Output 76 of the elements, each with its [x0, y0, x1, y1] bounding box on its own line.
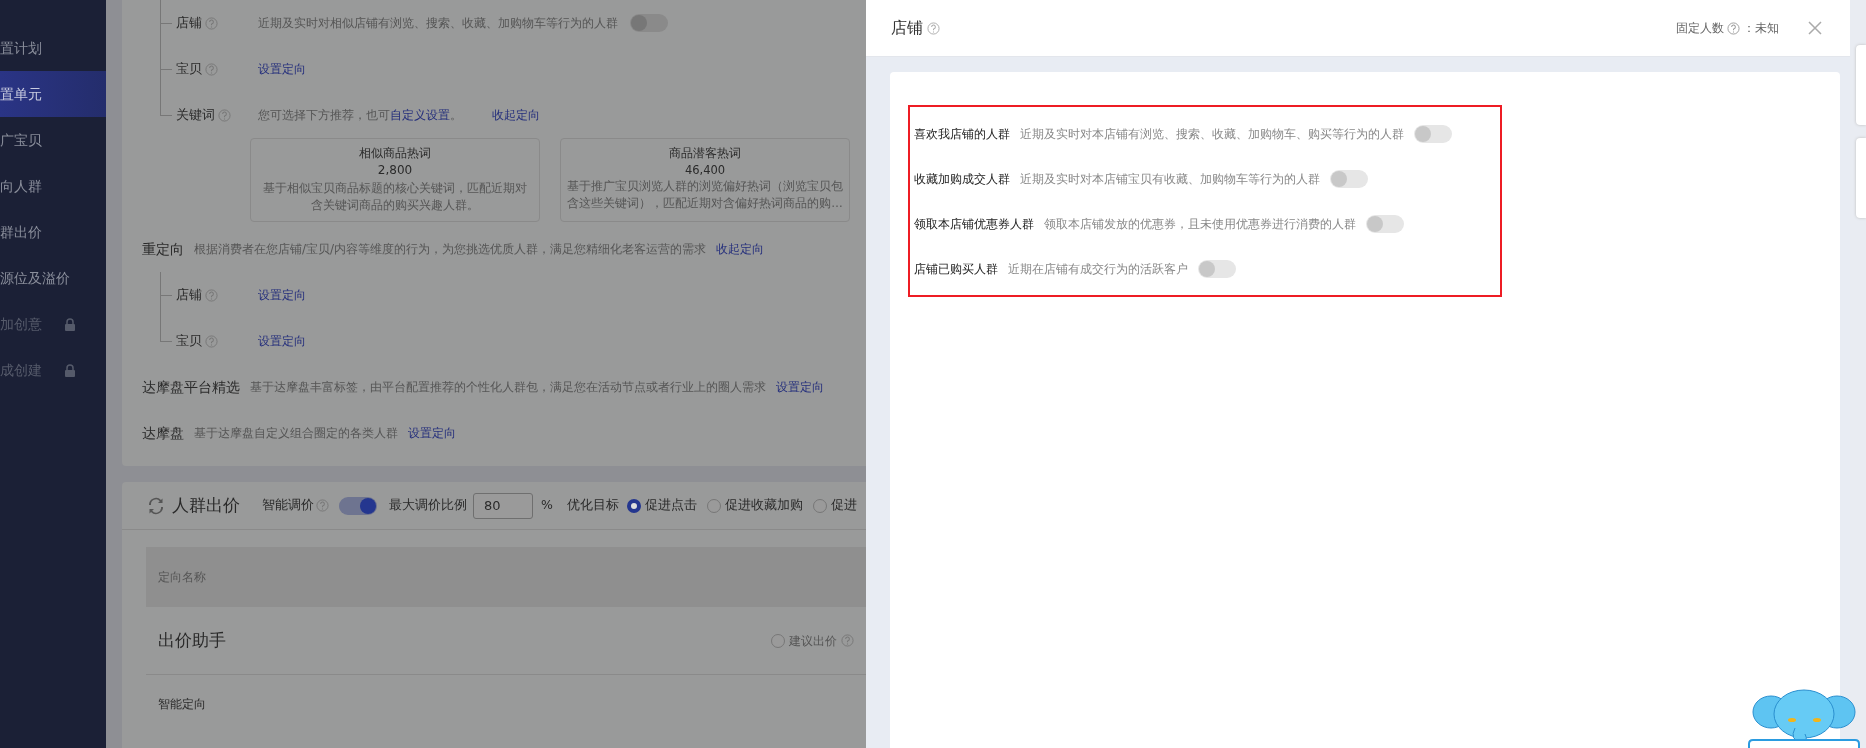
section-title: 达摩盘平台精选	[142, 377, 240, 397]
unit-label: %	[541, 496, 553, 515]
sidebar-item[interactable]: 群出价	[0, 209, 106, 255]
card-title: 商品潜客热词	[668, 145, 742, 162]
sidebar-item[interactable]: 向人群	[0, 163, 106, 209]
field-label: 智能调价	[262, 496, 314, 515]
description-text: 近期及实时对相似店铺有浏览、搜索、收藏、加购物车等行为的人群	[258, 15, 618, 32]
row-label: 店铺	[176, 286, 202, 305]
row-label: 宝贝	[176, 60, 202, 79]
help-icon	[1727, 21, 1740, 35]
radio-option[interactable]: 建议出价	[771, 631, 837, 650]
radio-option[interactable]: 促进	[812, 496, 857, 515]
set-targeting-link[interactable]: 设置定向	[408, 424, 456, 442]
lock-icon	[64, 317, 76, 331]
toggle-switch[interactable]	[1414, 124, 1452, 143]
help-icon	[927, 21, 940, 35]
card-description: 基于推广宝贝浏览人群的浏览偏好热词（浏览宝贝包含这些关键词），匹配近期对含偏好热词商品的购…	[566, 178, 844, 212]
row-title: 出价助手	[158, 628, 226, 652]
section-title: 达摩盘	[142, 423, 184, 443]
row-label: 宝贝	[176, 332, 202, 351]
set-targeting-link[interactable]: 设置定向	[258, 60, 306, 78]
toggle-switch[interactable]	[339, 496, 377, 515]
row-label: 智能定向	[158, 696, 207, 713]
set-targeting-link[interactable]: 设置定向	[258, 332, 306, 350]
option-description: 近期在店铺有成交行为的活跃客户	[1008, 260, 1188, 278]
custom-settings-link[interactable]: 自定义设置	[390, 108, 450, 122]
option-description: 近期及实时对本店铺宝贝有收藏、加购物车等行为的人群	[1020, 170, 1320, 188]
sidebar-item[interactable]: 置计划	[0, 25, 106, 71]
collapse-link[interactable]: 收起定向	[716, 240, 765, 258]
card-description: 基于相似宝贝商品标题的核心关键词，匹配近期对含关键词商品的购买兴趣人群。	[262, 179, 528, 215]
sidebar-item[interactable]: 置单元	[0, 71, 106, 117]
keyword-count: 46,400	[683, 161, 727, 179]
toggle-switch[interactable]	[1366, 214, 1404, 233]
field-value: ：未知	[1743, 20, 1779, 37]
field-label: 优化目标	[566, 496, 619, 515]
option-description: 近期及实时对本店铺有浏览、搜索、收藏、加购物车、购买等行为的人群	[1020, 125, 1404, 143]
help-icon	[205, 334, 218, 348]
section-title: 人群出价	[172, 493, 240, 517]
toggle-switch[interactable]	[1330, 169, 1368, 188]
sidebar-item[interactable]: 源位及溢价	[0, 255, 106, 301]
option-label: 领取本店铺优惠券人群	[914, 215, 1034, 233]
radio-option[interactable]: 促进点击	[626, 496, 697, 515]
keyword-card[interactable]: 商品潜客热词 46,400 基于推广宝贝浏览人群的浏览偏好热词（浏览宝贝包含这些关键词），匹配近期对含偏好热词商品的购…	[560, 138, 850, 222]
help-icon	[205, 288, 218, 302]
radio-option[interactable]: 促进收藏加购	[706, 496, 803, 515]
hint-text: 您可选择下方推荐，也可自定义设置。	[258, 107, 462, 124]
row-label: 关键词	[176, 106, 215, 125]
help-icon	[316, 499, 329, 512]
keyword-count: 2,800	[376, 162, 414, 180]
field-label: 最大调价比例	[389, 496, 467, 515]
sidebar-item[interactable]: 广宝贝	[0, 117, 106, 163]
keyword-card[interactable]: 相似商品热词 2,800 基于相似宝贝商品标题的核心关键词，匹配近期对含关键词商品的购买兴趣人群。	[250, 138, 540, 222]
ratio-input[interactable]: 80	[473, 492, 533, 519]
row-label: 店铺	[176, 14, 202, 33]
help-icon	[205, 16, 218, 30]
help-icon	[841, 634, 854, 647]
collapse-link[interactable]: 收起定向	[492, 106, 540, 124]
lock-icon	[64, 363, 76, 377]
field-label: 固定人数	[1676, 20, 1724, 37]
set-targeting-link[interactable]: 设置定向	[776, 378, 824, 396]
option-label: 店铺已购买人群	[914, 260, 998, 278]
toggle-switch[interactable]	[1198, 259, 1236, 278]
help-icon	[205, 62, 218, 76]
section-title: 重定向	[142, 239, 184, 259]
card-title: 相似商品热词	[358, 145, 432, 162]
drawer-title: 店铺	[891, 17, 923, 39]
help-icon	[218, 108, 231, 122]
section-description: 根据消费者在您店铺/宝贝/内容等维度的行为，为您挑选优质人群，满足您精细化老客运营的需求	[194, 241, 707, 258]
section-description: 基于达摩盘自定义组合圈定的各类人群	[194, 425, 398, 442]
option-label: 收藏加购成交人群	[914, 170, 1010, 188]
set-targeting-link[interactable]: 设置定向	[258, 286, 306, 304]
toggle-switch[interactable]	[630, 14, 668, 32]
cycle-arrows-icon	[146, 495, 166, 516]
option-label: 喜欢我店铺的人群	[914, 125, 1010, 143]
option-description: 领取本店铺发放的优惠券，且未使用优惠券进行消费的人群	[1044, 215, 1356, 233]
close-icon[interactable]	[1808, 21, 1822, 35]
